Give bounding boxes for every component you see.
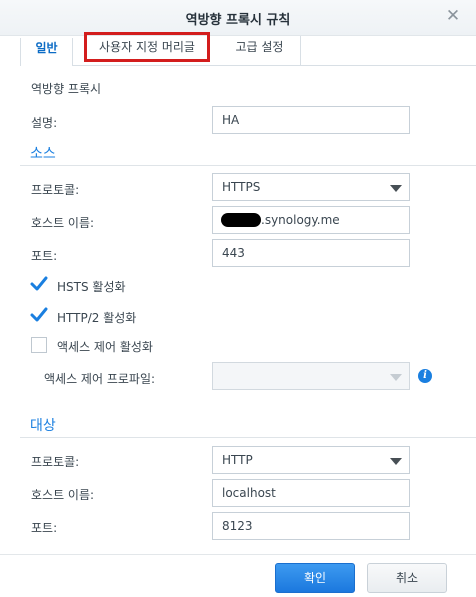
source-hostname-value: .synology.me	[261, 213, 340, 227]
source-divider	[20, 165, 476, 166]
source-protocol-select[interactable]: HTTPS	[212, 173, 410, 201]
close-icon[interactable]: ✕	[444, 7, 462, 25]
check-icon	[30, 276, 48, 291]
chevron-down-icon	[390, 185, 402, 192]
tab-general-label: 일반	[35, 41, 58, 55]
source-section-title: 소스	[30, 146, 56, 162]
destination-divider	[20, 437, 476, 438]
info-icon[interactable]: i	[418, 369, 432, 383]
chevron-down-icon	[390, 458, 402, 465]
reverse-proxy-rule-dialog: 역방향 프록시 규칙 ✕ 일반 사용자 지정 머리글 고급 설정 역방향 프록시…	[0, 0, 476, 597]
access-control-checkbox[interactable]	[31, 337, 47, 353]
redaction-mark	[221, 213, 261, 227]
destination-section-title: 대상	[30, 418, 56, 434]
tab-custom-header[interactable]: 사용자 지정 머리글	[84, 32, 210, 62]
check-icon	[30, 307, 48, 322]
source-protocol-value: HTTPS	[222, 180, 261, 194]
destination-port-label: 포트:	[31, 521, 58, 535]
description-label: 설명:	[31, 116, 58, 130]
footer-divider	[0, 554, 476, 555]
destination-port-input[interactable]: 8123	[212, 512, 410, 540]
tab-custom-header-label: 사용자 지정 머리글	[99, 40, 195, 54]
destination-protocol-label: 프로토콜:	[31, 455, 80, 469]
destination-protocol-select[interactable]: HTTP	[212, 446, 410, 474]
description-input[interactable]: HA	[212, 106, 410, 134]
http2-label: HTTP/2 활성화	[57, 311, 137, 325]
destination-hostname-label: 호스트 이름:	[31, 488, 95, 502]
hsts-label: HSTS 활성화	[57, 280, 126, 294]
destination-protocol-value: HTTP	[222, 453, 253, 467]
cancel-button[interactable]: 취소	[367, 563, 447, 593]
hsts-checkbox[interactable]	[30, 276, 48, 293]
source-port-label: 포트:	[31, 249, 58, 263]
source-port-input[interactable]: 443	[212, 239, 410, 267]
title-bar: 역방향 프록시 규칙 ✕	[0, 0, 476, 36]
chevron-down-icon	[390, 374, 402, 381]
source-protocol-label: 프로토콜:	[31, 183, 80, 197]
destination-hostname-input[interactable]: localhost	[212, 479, 410, 507]
access-control-label: 액세스 제어 활성화	[57, 340, 153, 354]
tab-general[interactable]: 일반	[20, 36, 73, 66]
tab-advanced-settings-label: 고급 설정	[235, 40, 284, 54]
tab-advanced-settings[interactable]: 고급 설정	[219, 36, 301, 66]
access-profile-select[interactable]	[212, 362, 410, 390]
source-hostname-input[interactable]: .synology.me	[212, 206, 410, 234]
ok-button[interactable]: 확인	[275, 563, 355, 593]
http2-checkbox[interactable]	[30, 307, 48, 324]
source-hostname-label: 호스트 이름:	[31, 216, 95, 230]
reverse-proxy-subtitle: 역방향 프록시	[31, 82, 102, 96]
dialog-title: 역방향 프록시 규칙	[185, 13, 291, 28]
access-profile-label: 액세스 제어 프로파일:	[44, 372, 156, 386]
